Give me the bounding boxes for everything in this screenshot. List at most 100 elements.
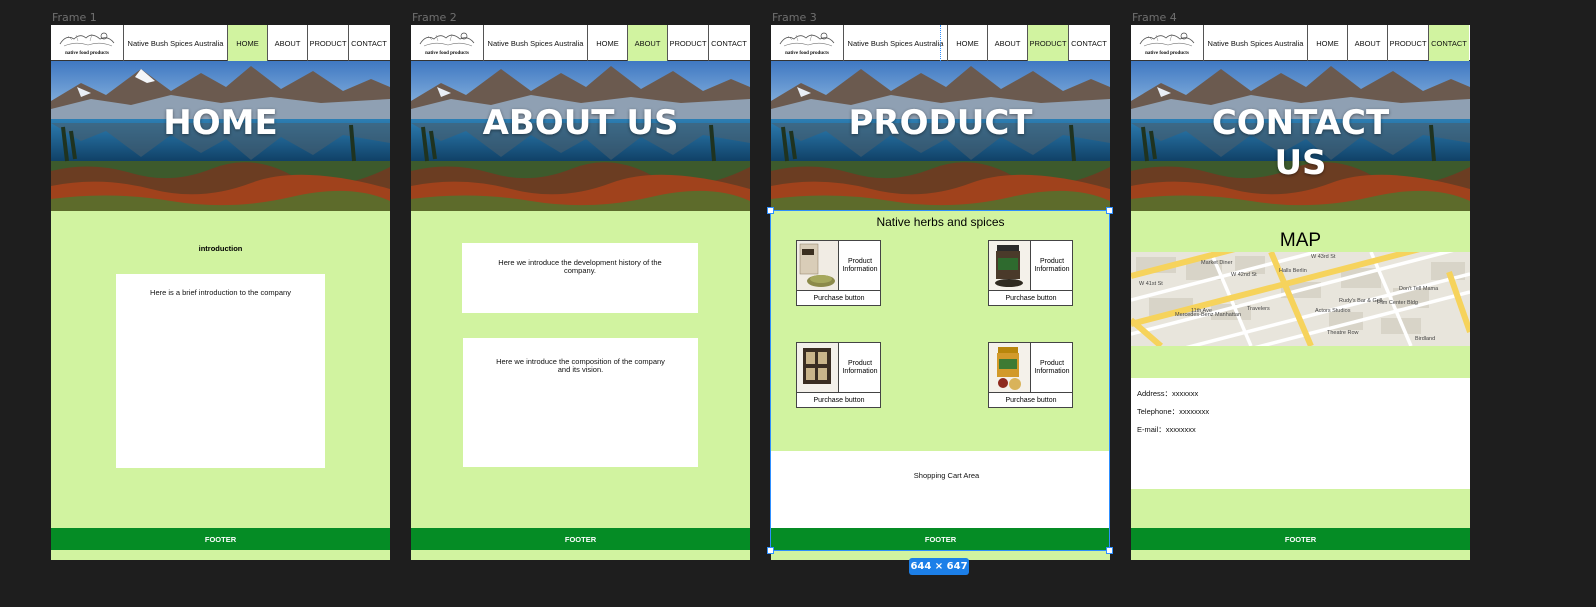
map-label: Rudy's Bar & Grill xyxy=(1339,298,1382,304)
dimension-badge: 644 × 647 xyxy=(909,558,969,575)
product-image xyxy=(989,343,1031,393)
purchase-button[interactable]: Purchase button xyxy=(797,291,881,306)
hero-title-line2: US xyxy=(1274,143,1327,183)
frame-contact[interactable]: native food products Native Bush Spices … xyxy=(1131,25,1470,560)
hero-title: PRODUCT xyxy=(848,103,1033,143)
logo-caption: native food products xyxy=(65,51,109,56)
intro-text: Here is a brief introduction to the comp… xyxy=(150,288,291,297)
intro-box: Here is a brief introduction to the comp… xyxy=(116,274,325,468)
purchase-button[interactable]: Purchase button xyxy=(989,291,1073,306)
history-box: Here we introduce the development histor… xyxy=(462,243,698,313)
logo[interactable]: native food products xyxy=(1131,25,1204,61)
logo-art-icon xyxy=(59,32,115,47)
nav-home[interactable]: HOME xyxy=(228,25,268,61)
resize-handle[interactable] xyxy=(767,547,774,554)
resize-handle[interactable] xyxy=(767,207,774,214)
herb-bag-icon xyxy=(797,241,838,290)
frame-about[interactable]: native food products Native Bush Spices … xyxy=(411,25,750,560)
nav-bar: native food products Native Bush Spices … xyxy=(51,25,390,61)
brand-name: Native Bush Spices Australia xyxy=(124,25,228,61)
shopping-cart-area[interactable]: Shopping Cart Area xyxy=(771,451,1110,528)
nav-home[interactable]: HOME xyxy=(588,25,628,61)
product-card[interactable]: Product Information Purchase button xyxy=(796,240,881,306)
resize-handle[interactable] xyxy=(1106,207,1113,214)
purchase-button[interactable]: Purchase button xyxy=(989,393,1073,408)
contact-info-box: Address：xxxxxxx Telephone：xxxxxxxx E-mai… xyxy=(1131,378,1470,489)
footer: FOOTER xyxy=(1131,528,1470,550)
map-title: MAP xyxy=(1279,230,1322,251)
nav-about[interactable]: ABOUT xyxy=(628,25,668,61)
composition-text: Here we introduce the composition of the… xyxy=(496,357,665,374)
nav-bar: native food products Native Bush Spices … xyxy=(1131,25,1470,61)
map-label: Don't Tell Mama xyxy=(1399,286,1439,292)
frame-label-3[interactable]: Frame 3 xyxy=(772,11,817,24)
purchase-button[interactable]: Purchase button xyxy=(797,393,881,408)
brand-name: Native Bush Spices Australia xyxy=(1204,25,1308,61)
telephone: Telephone：xxxxxxxx xyxy=(1137,407,1210,416)
frame-product[interactable]: native food products Native Bush Spices … xyxy=(771,25,1110,560)
nav-contact[interactable]: CONTACT xyxy=(1429,25,1469,61)
map-label: Mercedes-Benz Manhattan xyxy=(1175,312,1241,318)
intro-heading: introduction xyxy=(198,244,243,253)
product-info: Product Information xyxy=(839,241,881,291)
product-image xyxy=(989,241,1031,291)
history-text: Here we introduce the development histor… xyxy=(498,258,662,275)
nav-product[interactable]: PRODUCT xyxy=(668,25,709,61)
nav-product[interactable]: PRODUCT xyxy=(1388,25,1429,61)
map-label: W 42nd St xyxy=(1231,272,1257,278)
nav-about[interactable]: ABOUT xyxy=(1348,25,1388,61)
hero-image: HOME xyxy=(51,61,390,211)
logo-art-icon xyxy=(1139,32,1195,47)
product-info: Product Information xyxy=(1031,343,1073,393)
nav-home[interactable]: HOME xyxy=(948,25,988,61)
logo[interactable]: native food products xyxy=(51,25,124,61)
map-label: Market Diner xyxy=(1201,260,1233,266)
hero-image: ABOUT US xyxy=(411,61,750,211)
map-label: W 43rd St xyxy=(1311,254,1336,260)
cart-label: Shopping Cart Area xyxy=(913,471,980,480)
logo-caption: native food products xyxy=(785,51,829,56)
logo[interactable]: native food products xyxy=(771,25,844,61)
brand-name: Native Bush Spices Australia xyxy=(844,25,948,61)
map-label: Theatre Row xyxy=(1327,330,1359,336)
logo-art-icon xyxy=(779,32,835,47)
footer: FOOTER xyxy=(771,528,1110,550)
alignment-guide xyxy=(940,25,941,61)
map[interactable]: Market Diner W 42nd St W 41st St 11th Av… xyxy=(1131,252,1470,346)
nav-product[interactable]: PRODUCT xyxy=(308,25,349,61)
nav-about[interactable]: ABOUT xyxy=(268,25,308,61)
frame-label-2[interactable]: Frame 2 xyxy=(412,11,457,24)
section-title: Native herbs and spices xyxy=(876,215,1005,229)
spice-jar-icon xyxy=(989,241,1030,290)
product-card[interactable]: Product Information Purchase button xyxy=(988,342,1073,408)
product-card[interactable]: Product Information Purchase button xyxy=(988,240,1073,306)
hero-title: HOME xyxy=(163,103,278,143)
product-info: Product Information xyxy=(1031,241,1073,291)
logo[interactable]: native food products xyxy=(411,25,484,61)
map-label: Film Center Bldg xyxy=(1377,300,1418,306)
frame-label-4[interactable]: Frame 4 xyxy=(1132,11,1177,24)
product-card[interactable]: Product Information Purchase button xyxy=(796,342,881,408)
nav-contact[interactable]: CONTACT xyxy=(709,25,749,61)
frame-label-1[interactable]: Frame 1 xyxy=(52,11,97,24)
footer: FOOTER xyxy=(51,528,390,550)
resize-handle[interactable] xyxy=(1106,547,1113,554)
gift-pack-icon xyxy=(797,343,838,392)
map-label: Travelers xyxy=(1247,306,1270,312)
product-info: Product Information xyxy=(839,343,881,393)
brand-name: Native Bush Spices Australia xyxy=(484,25,588,61)
hero-title-line1: CONTACT xyxy=(1211,103,1390,143)
nav-product[interactable]: PRODUCT xyxy=(1028,25,1069,61)
composition-box: Here we introduce the composition of the… xyxy=(463,338,698,467)
logo-caption: native food products xyxy=(1145,51,1189,56)
product-image xyxy=(797,343,839,393)
nav-contact[interactable]: CONTACT xyxy=(1069,25,1109,61)
hero-title: ABOUT US xyxy=(482,103,679,143)
nav-home[interactable]: HOME xyxy=(1308,25,1348,61)
nav-contact[interactable]: CONTACT xyxy=(349,25,389,61)
logo-art-icon xyxy=(419,32,475,47)
map-label: Actors Studios xyxy=(1315,308,1351,314)
frame-home[interactable]: native food products Native Bush Spices … xyxy=(51,25,390,560)
nav-about[interactable]: ABOUT xyxy=(988,25,1028,61)
footer: FOOTER xyxy=(411,528,750,550)
